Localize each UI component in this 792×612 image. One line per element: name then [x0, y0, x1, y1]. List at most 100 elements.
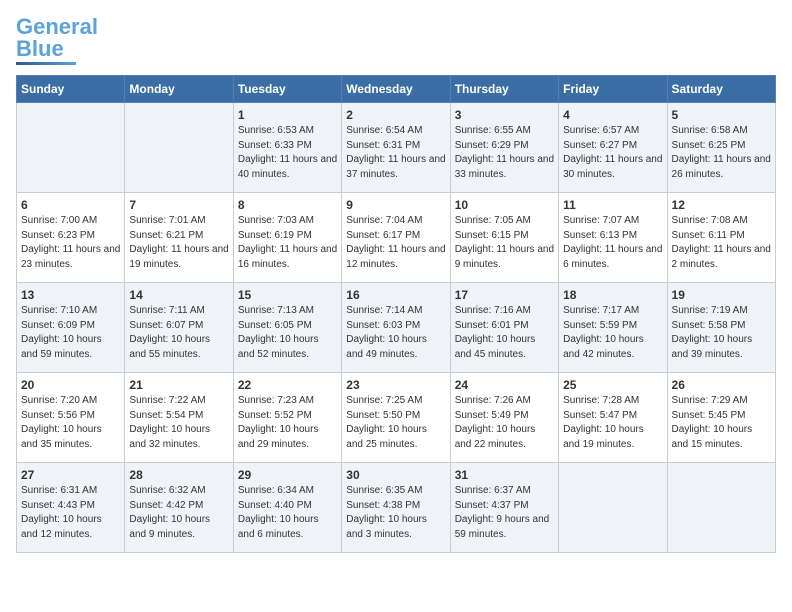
day-number: 15 [238, 288, 337, 302]
day-info: Sunrise: 6:58 AM Sunset: 6:25 PM Dayligh… [672, 124, 771, 182]
day-number: 8 [238, 198, 337, 212]
calendar-cell: 28Sunrise: 6:32 AM Sunset: 4:42 PM Dayli… [125, 463, 233, 553]
day-number: 5 [672, 108, 771, 122]
calendar-cell: 4 Sunrise: 6:57 AM Sunset: 6:27 PM Daylig… [559, 103, 667, 193]
calendar-cell: 20 Sunrise: 7:20 AM Sunset: 5:56 PM Dayli… [17, 373, 125, 463]
calendar-week-row: 1 Sunrise: 6:53 AM Sunset: 6:33 PM Daylig… [17, 103, 776, 193]
calendar-cell: 26Sunrise: 7:29 AM Sunset: 5:45 PM Dayli… [667, 373, 775, 463]
day-number: 12 [672, 198, 771, 212]
day-info: Sunrise: 6:34 AM Sunset: 4:40 PM Dayligh… [238, 484, 337, 542]
weekday-header-saturday: Saturday [667, 76, 775, 103]
weekday-header-sunday: Sunday [17, 76, 125, 103]
weekday-header-tuesday: Tuesday [233, 76, 341, 103]
day-number: 31 [455, 468, 554, 482]
calendar-cell: 9Sunrise: 7:04 AM Sunset: 6:17 PM Daylig… [342, 193, 450, 283]
day-info: Sunrise: 7:17 AM Sunset: 5:59 PM Dayligh… [563, 304, 662, 362]
calendar-cell: 30 Sunrise: 6:35 AM Sunset: 4:38 PM Dayli… [342, 463, 450, 553]
calendar-cell: 22 Sunrise: 7:23 AM Sunset: 5:52 PM Dayli… [233, 373, 341, 463]
day-info: Sunrise: 7:01 AM Sunset: 6:21 PM Dayligh… [129, 214, 228, 272]
day-info: Sunrise: 7:05 AM Sunset: 6:15 PM Dayligh… [455, 214, 554, 272]
day-info: Sunrise: 6:55 AM Sunset: 6:29 PM Dayligh… [455, 124, 554, 182]
day-number: 10 [455, 198, 554, 212]
day-number: 21 [129, 378, 228, 392]
logo: General Blue [16, 16, 98, 65]
weekday-header-friday: Friday [559, 76, 667, 103]
calendar-cell: 19 Sunrise: 7:19 AM Sunset: 5:58 PM Dayli… [667, 283, 775, 373]
logo-text: General Blue [16, 16, 98, 60]
day-info: Sunrise: 7:20 AM Sunset: 5:56 PM Dayligh… [21, 394, 120, 452]
day-info: Sunrise: 7:07 AM Sunset: 6:13 PM Dayligh… [563, 214, 662, 272]
weekday-header-wednesday: Wednesday [342, 76, 450, 103]
day-number: 3 [455, 108, 554, 122]
weekday-header-monday: Monday [125, 76, 233, 103]
day-info: Sunrise: 7:16 AM Sunset: 6:01 PM Dayligh… [455, 304, 554, 362]
calendar-cell: 1 Sunrise: 6:53 AM Sunset: 6:33 PM Daylig… [233, 103, 341, 193]
calendar-cell: 16Sunrise: 7:14 AM Sunset: 6:03 PM Dayli… [342, 283, 450, 373]
day-number: 22 [238, 378, 337, 392]
header: General Blue [16, 16, 776, 65]
calendar-cell: 14Sunrise: 7:11 AM Sunset: 6:07 PM Dayli… [125, 283, 233, 373]
calendar-week-row: 6 Sunrise: 7:00 AM Sunset: 6:23 PM Daylig… [17, 193, 776, 283]
calendar-cell [559, 463, 667, 553]
day-number: 16 [346, 288, 445, 302]
day-number: 24 [455, 378, 554, 392]
day-number: 27 [21, 468, 120, 482]
day-number: 25 [563, 378, 662, 392]
day-number: 2 [346, 108, 445, 122]
day-info: Sunrise: 6:35 AM Sunset: 4:38 PM Dayligh… [346, 484, 445, 542]
day-number: 20 [21, 378, 120, 392]
calendar-cell: 5 Sunrise: 6:58 AM Sunset: 6:25 PM Daylig… [667, 103, 775, 193]
calendar-cell: 21 Sunrise: 7:22 AM Sunset: 5:54 PM Dayli… [125, 373, 233, 463]
day-number: 17 [455, 288, 554, 302]
day-info: Sunrise: 7:19 AM Sunset: 5:58 PM Dayligh… [672, 304, 771, 362]
calendar-cell: 8Sunrise: 7:03 AM Sunset: 6:19 PM Daylig… [233, 193, 341, 283]
calendar-cell: 25 Sunrise: 7:28 AM Sunset: 5:47 PM Dayli… [559, 373, 667, 463]
calendar-cell: 7 Sunrise: 7:01 AM Sunset: 6:21 PM Daylig… [125, 193, 233, 283]
calendar-cell: 6 Sunrise: 7:00 AM Sunset: 6:23 PM Daylig… [17, 193, 125, 283]
day-info: Sunrise: 6:32 AM Sunset: 4:42 PM Dayligh… [129, 484, 228, 542]
calendar-cell [667, 463, 775, 553]
calendar-cell: 31Sunrise: 6:37 AM Sunset: 4:37 PM Dayli… [450, 463, 558, 553]
calendar-cell: 17 Sunrise: 7:16 AM Sunset: 6:01 PM Dayli… [450, 283, 558, 373]
calendar-cell: 10 Sunrise: 7:05 AM Sunset: 6:15 PM Dayli… [450, 193, 558, 283]
day-number: 1 [238, 108, 337, 122]
calendar-cell [17, 103, 125, 193]
day-info: Sunrise: 6:57 AM Sunset: 6:27 PM Dayligh… [563, 124, 662, 182]
day-info: Sunrise: 7:22 AM Sunset: 5:54 PM Dayligh… [129, 394, 228, 452]
calendar-cell: 27Sunrise: 6:31 AM Sunset: 4:43 PM Dayli… [17, 463, 125, 553]
day-number: 9 [346, 198, 445, 212]
calendar-week-row: 27Sunrise: 6:31 AM Sunset: 4:43 PM Dayli… [17, 463, 776, 553]
calendar-week-row: 20 Sunrise: 7:20 AM Sunset: 5:56 PM Dayli… [17, 373, 776, 463]
day-number: 14 [129, 288, 228, 302]
day-number: 7 [129, 198, 228, 212]
day-info: Sunrise: 7:25 AM Sunset: 5:50 PM Dayligh… [346, 394, 445, 452]
day-number: 30 [346, 468, 445, 482]
calendar-cell: 24 Sunrise: 7:26 AM Sunset: 5:49 PM Dayli… [450, 373, 558, 463]
calendar-cell: 23Sunrise: 7:25 AM Sunset: 5:50 PM Dayli… [342, 373, 450, 463]
calendar-table: SundayMondayTuesdayWednesdayThursdayFrid… [16, 75, 776, 553]
day-number: 4 [563, 108, 662, 122]
calendar-cell: 29 Sunrise: 6:34 AM Sunset: 4:40 PM Dayli… [233, 463, 341, 553]
day-info: Sunrise: 7:28 AM Sunset: 5:47 PM Dayligh… [563, 394, 662, 452]
calendar-cell: 15 Sunrise: 7:13 AM Sunset: 6:05 PM Dayli… [233, 283, 341, 373]
day-number: 11 [563, 198, 662, 212]
day-info: Sunrise: 7:26 AM Sunset: 5:49 PM Dayligh… [455, 394, 554, 452]
day-info: Sunrise: 6:53 AM Sunset: 6:33 PM Dayligh… [238, 124, 337, 182]
day-number: 19 [672, 288, 771, 302]
calendar-cell: 2 Sunrise: 6:54 AM Sunset: 6:31 PM Daylig… [342, 103, 450, 193]
day-number: 29 [238, 468, 337, 482]
day-info: Sunrise: 7:29 AM Sunset: 5:45 PM Dayligh… [672, 394, 771, 452]
day-number: 13 [21, 288, 120, 302]
day-info: Sunrise: 7:13 AM Sunset: 6:05 PM Dayligh… [238, 304, 337, 362]
calendar-cell: 12 Sunrise: 7:08 AM Sunset: 6:11 PM Dayli… [667, 193, 775, 283]
calendar-cell: 13Sunrise: 7:10 AM Sunset: 6:09 PM Dayli… [17, 283, 125, 373]
day-info: Sunrise: 6:54 AM Sunset: 6:31 PM Dayligh… [346, 124, 445, 182]
day-info: Sunrise: 7:08 AM Sunset: 6:11 PM Dayligh… [672, 214, 771, 272]
day-info: Sunrise: 7:23 AM Sunset: 5:52 PM Dayligh… [238, 394, 337, 452]
day-number: 6 [21, 198, 120, 212]
day-info: Sunrise: 7:00 AM Sunset: 6:23 PM Dayligh… [21, 214, 120, 272]
calendar-cell: 3 Sunrise: 6:55 AM Sunset: 6:29 PM Daylig… [450, 103, 558, 193]
calendar-cell [125, 103, 233, 193]
calendar-cell: 11 Sunrise: 7:07 AM Sunset: 6:13 PM Dayli… [559, 193, 667, 283]
logo-underline [16, 62, 76, 65]
